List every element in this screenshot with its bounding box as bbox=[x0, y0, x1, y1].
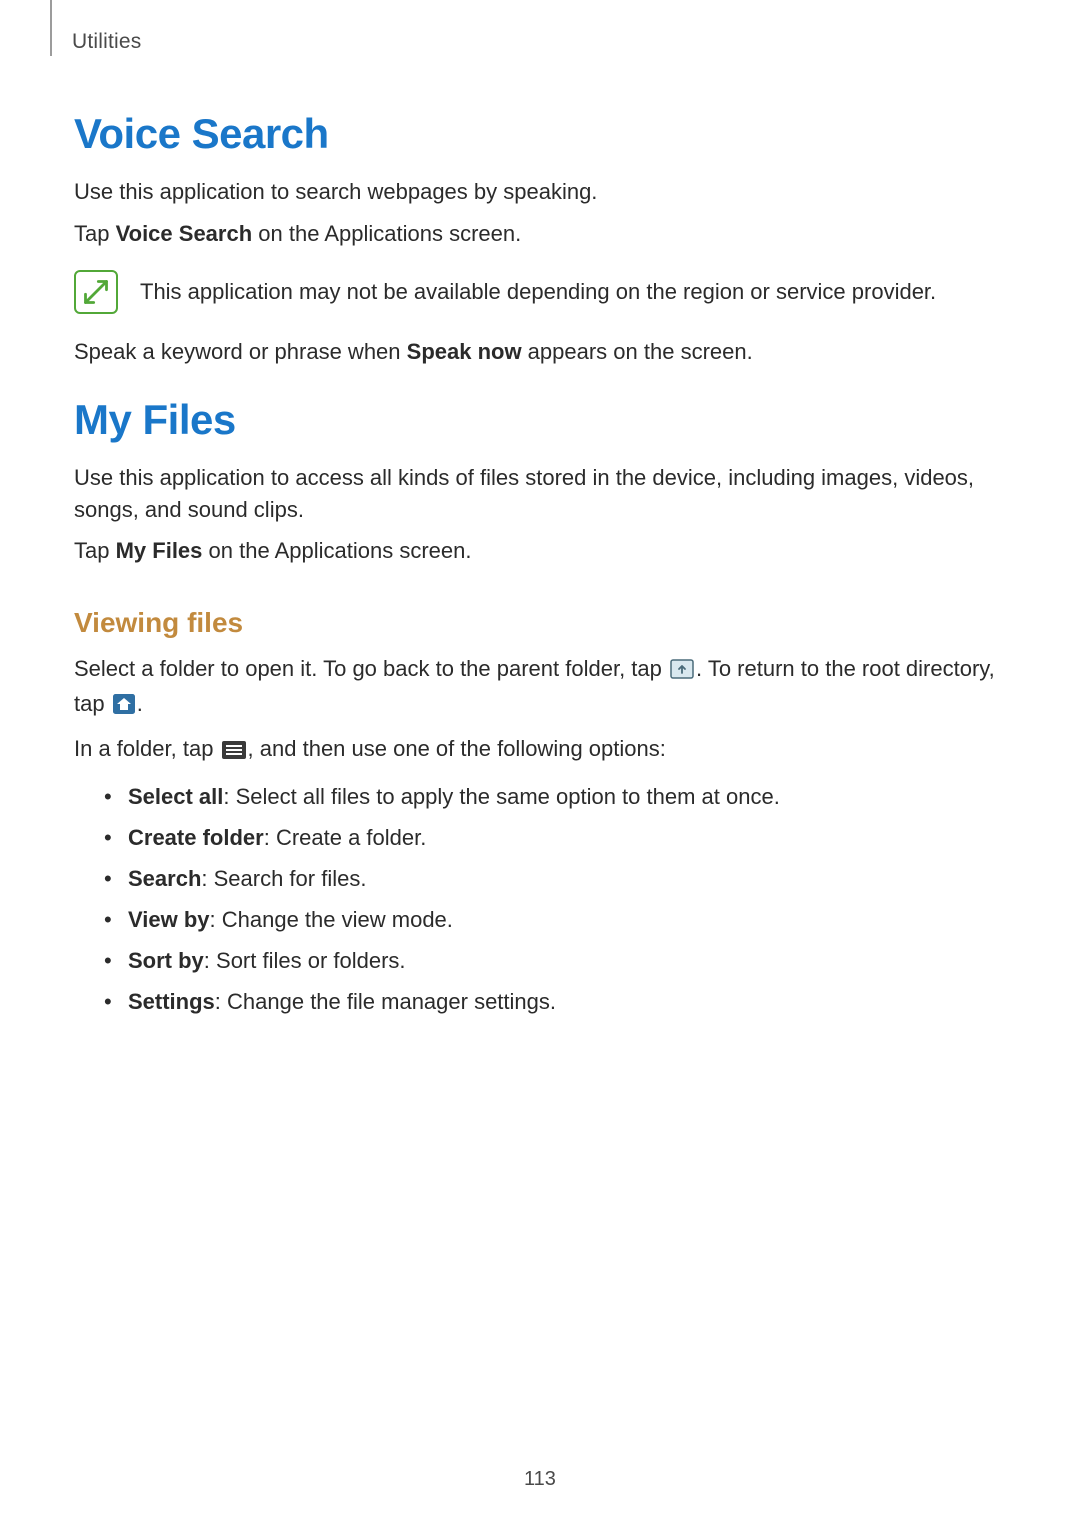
menu-icon bbox=[222, 736, 246, 768]
text-fragment: appears on the screen. bbox=[522, 339, 753, 364]
home-icon bbox=[113, 691, 135, 723]
option-desc: : Change the file manager settings. bbox=[215, 989, 556, 1014]
option-desc: : Change the view mode. bbox=[210, 907, 453, 932]
note-text: This application may not be available de… bbox=[140, 276, 936, 308]
options-list: Select all: Select all files to apply th… bbox=[104, 780, 1006, 1018]
option-desc: : Create a folder. bbox=[264, 825, 427, 850]
option-desc: : Sort files or folders. bbox=[204, 948, 406, 973]
list-item: Create folder: Create a folder. bbox=[104, 821, 1006, 854]
list-item: Settings: Change the file manager settin… bbox=[104, 985, 1006, 1018]
option-label: View by bbox=[128, 907, 210, 932]
option-desc: : Select all files to apply the same opt… bbox=[223, 784, 779, 809]
text-fragment: Select a folder to open it. To go back t… bbox=[74, 656, 668, 681]
manual-page: Utilities Voice Search Use this applicat… bbox=[0, 0, 1080, 1527]
option-desc: : Search for files. bbox=[201, 866, 366, 891]
option-label: Settings bbox=[128, 989, 215, 1014]
my-files-tap: Tap My Files on the Applications screen. bbox=[74, 535, 1006, 567]
pencil-note-icon bbox=[82, 278, 110, 306]
viewing-files-nav: Select a folder to open it. To go back t… bbox=[74, 653, 1006, 723]
folder-up-icon bbox=[670, 656, 694, 688]
page-number: 113 bbox=[0, 1468, 1080, 1491]
option-label: Search bbox=[128, 866, 201, 891]
text-fragment: . bbox=[137, 691, 143, 716]
text-fragment: Speak a keyword or phrase when bbox=[74, 339, 407, 364]
note-icon bbox=[74, 270, 118, 314]
bold-speak-now: Speak now bbox=[407, 339, 522, 364]
text-fragment: Tap bbox=[74, 221, 116, 246]
bold-voice-search: Voice Search bbox=[116, 221, 253, 246]
my-files-intro: Use this application to access all kinds… bbox=[74, 462, 1006, 526]
option-label: Sort by bbox=[128, 948, 204, 973]
text-fragment: on the Applications screen. bbox=[202, 538, 471, 563]
page-content: Voice Search Use this application to sea… bbox=[74, 30, 1006, 1018]
text-fragment: Tap bbox=[74, 538, 116, 563]
text-fragment: , and then use one of the following opti… bbox=[248, 736, 666, 761]
text-fragment: In a folder, tap bbox=[74, 736, 220, 761]
heading-voice-search: Voice Search bbox=[74, 110, 1006, 158]
availability-note: This application may not be available de… bbox=[74, 270, 1006, 314]
heading-viewing-files: Viewing files bbox=[74, 607, 1006, 639]
option-label: Select all bbox=[128, 784, 223, 809]
option-label: Create folder bbox=[128, 825, 264, 850]
heading-my-files: My Files bbox=[74, 396, 1006, 444]
text-fragment: on the Applications screen. bbox=[252, 221, 521, 246]
breadcrumb: Utilities bbox=[72, 30, 141, 54]
voice-search-intro: Use this application to search webpages … bbox=[74, 176, 1006, 208]
voice-search-speak: Speak a keyword or phrase when Speak now… bbox=[74, 336, 1006, 368]
list-item: Search: Search for files. bbox=[104, 862, 1006, 895]
header-rule bbox=[50, 0, 52, 56]
voice-search-tap: Tap Voice Search on the Applications scr… bbox=[74, 218, 1006, 250]
bold-my-files: My Files bbox=[116, 538, 203, 563]
list-item: Sort by: Sort files or folders. bbox=[104, 944, 1006, 977]
list-item: Select all: Select all files to apply th… bbox=[104, 780, 1006, 813]
viewing-files-menu: In a folder, tap , and then use one of t… bbox=[74, 733, 1006, 768]
list-item: View by: Change the view mode. bbox=[104, 903, 1006, 936]
